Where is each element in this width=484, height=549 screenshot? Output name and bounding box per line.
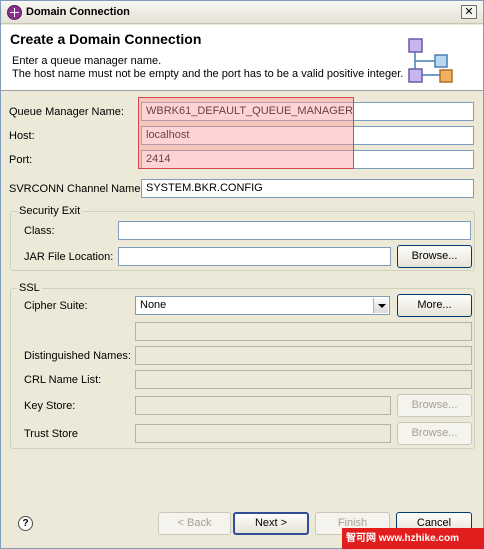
title-bar: Domain Connection ✕ — [1, 1, 483, 24]
header-message-line-1: Enter a queue manager name. — [12, 55, 162, 67]
key-store-label: Key Store: — [24, 400, 76, 412]
svrconn-input[interactable]: SYSTEM.BKR.CONFIG — [141, 179, 474, 198]
crl-name-list-input — [135, 370, 472, 389]
jar-location-input[interactable] — [118, 247, 391, 266]
cipher-suite-detail-field — [135, 322, 472, 341]
back-button[interactable]: < Back — [158, 512, 231, 535]
queue-manager-label: Queue Manager Name: — [9, 106, 124, 118]
next-button[interactable]: Next > — [233, 512, 309, 535]
window-title: Domain Connection — [26, 6, 130, 18]
cipher-suite-value: None — [140, 299, 167, 311]
host-input[interactable]: localhost — [141, 126, 474, 145]
security-exit-legend: Security Exit — [17, 205, 83, 217]
trust-store-label: Trust Store — [24, 428, 78, 440]
jar-location-label: JAR File Location: — [24, 251, 114, 263]
ssl-legend: SSL — [17, 282, 42, 294]
cipher-suite-label: Cipher Suite: — [24, 300, 88, 312]
domain-connection-dialog: Domain Connection ✕ Create a Domain Conn… — [0, 0, 484, 549]
close-icon[interactable]: ✕ — [461, 5, 477, 19]
host-label: Host: — [9, 130, 35, 142]
svrconn-label: SVRCONN Channel Name: — [9, 183, 144, 195]
help-icon[interactable]: ? — [18, 516, 33, 531]
cipher-suite-select[interactable]: None — [135, 296, 390, 315]
header-message-line-2: The host name must not be empty and the … — [12, 68, 404, 80]
class-label: Class: — [24, 225, 55, 237]
class-input[interactable] — [118, 221, 471, 240]
distinguished-names-label: Distinguished Names: — [24, 350, 131, 362]
page-title: Create a Domain Connection — [10, 31, 202, 47]
port-label: Port: — [9, 154, 33, 166]
app-icon — [7, 5, 22, 20]
more-button[interactable]: More... — [397, 294, 472, 317]
queue-manager-input[interactable]: WBRK61_DEFAULT_QUEUE_MANAGER — [141, 102, 474, 121]
watermark-banner: 智可网 www.hzhike.com — [342, 528, 484, 549]
topology-icon — [408, 38, 453, 83]
crl-name-list-label: CRL Name List: — [24, 374, 102, 386]
trust-store-browse-button[interactable]: Browse... — [397, 422, 472, 445]
port-input[interactable]: 2414 — [141, 150, 474, 169]
chevron-down-icon[interactable] — [373, 298, 388, 313]
key-store-input — [135, 396, 391, 415]
key-store-browse-button[interactable]: Browse... — [397, 394, 472, 417]
trust-store-input — [135, 424, 391, 443]
distinguished-names-input — [135, 346, 472, 365]
wizard-header: Create a Domain Connection Enter a queue… — [1, 25, 483, 91]
jar-browse-button[interactable]: Browse... — [397, 245, 472, 268]
